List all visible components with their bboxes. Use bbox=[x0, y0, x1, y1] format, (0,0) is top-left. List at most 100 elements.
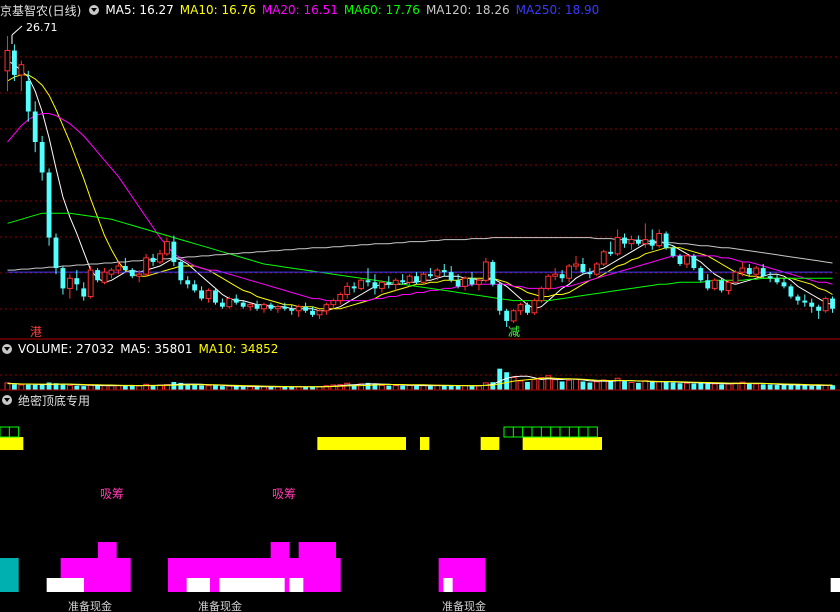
candle-body bbox=[414, 276, 419, 283]
candle-body bbox=[476, 279, 482, 285]
teal-signal-block bbox=[0, 558, 19, 592]
event-marker-gang: 港 bbox=[30, 325, 42, 339]
volume-bar bbox=[219, 386, 225, 390]
zhunbei-label-2: 准备现金 bbox=[198, 599, 242, 612]
candle-body bbox=[164, 241, 170, 255]
volume-bar bbox=[81, 386, 87, 390]
volume-bar bbox=[400, 385, 406, 390]
volume-bar bbox=[344, 382, 351, 391]
candle-body bbox=[378, 281, 385, 289]
grid-lines bbox=[0, 56, 840, 376]
volume-bar bbox=[476, 385, 482, 391]
candle-body bbox=[60, 268, 66, 289]
candle-body bbox=[497, 284, 503, 311]
candle-body bbox=[122, 266, 128, 271]
candle-body bbox=[614, 237, 621, 255]
volume-bar bbox=[226, 385, 233, 391]
volume-bar bbox=[386, 385, 392, 390]
candle-body bbox=[802, 300, 808, 303]
candle-body bbox=[705, 280, 711, 289]
candle-body bbox=[66, 277, 73, 289]
volume-bar bbox=[774, 385, 780, 390]
candle-body bbox=[691, 255, 697, 269]
candle-body bbox=[372, 282, 378, 289]
ma20-legend: MA20: 16.51 bbox=[261, 3, 338, 17]
volume-bar bbox=[746, 383, 752, 390]
candle-body bbox=[289, 308, 295, 311]
candle-body bbox=[392, 279, 399, 285]
volume-bar bbox=[192, 385, 198, 390]
dropdown-icon[interactable] bbox=[2, 395, 12, 405]
ma5-legend: MA5: 16.27 bbox=[105, 3, 174, 17]
candle-body bbox=[504, 310, 510, 321]
white-signal-block bbox=[443, 578, 453, 592]
dropdown-icon[interactable] bbox=[89, 5, 100, 15]
volume-bar bbox=[510, 377, 517, 391]
candle-body bbox=[365, 280, 371, 283]
candle-body bbox=[455, 280, 461, 287]
candle-body bbox=[788, 286, 794, 297]
high-price-marker: 26.71 bbox=[11, 21, 58, 44]
candle-body bbox=[600, 251, 607, 265]
volume-bar bbox=[802, 385, 808, 390]
volume-bar bbox=[580, 381, 586, 390]
volume-bar bbox=[719, 384, 725, 390]
dropdown-icon[interactable] bbox=[2, 344, 12, 354]
candle-body bbox=[226, 298, 233, 308]
volume-bar bbox=[185, 384, 191, 390]
candle-body bbox=[427, 274, 433, 277]
volume-bar bbox=[205, 385, 212, 391]
candle-body bbox=[746, 268, 752, 275]
candle-body bbox=[608, 251, 614, 254]
candle-body bbox=[628, 239, 635, 245]
candle-body bbox=[525, 304, 530, 313]
volume-bar bbox=[753, 383, 760, 391]
candle-body bbox=[566, 265, 572, 279]
candle-body bbox=[199, 290, 205, 299]
volume-bar bbox=[504, 372, 510, 390]
volume-bar bbox=[136, 385, 143, 391]
candle-body bbox=[552, 273, 559, 277]
volume-bar bbox=[698, 382, 704, 390]
volume-bar bbox=[566, 379, 572, 391]
yellow-signal-bar bbox=[522, 437, 602, 450]
volume-bar bbox=[406, 384, 413, 391]
candle-body bbox=[233, 298, 239, 303]
white-signal-block bbox=[186, 578, 210, 592]
magenta-peak-block bbox=[298, 542, 336, 558]
candle-body bbox=[18, 64, 25, 76]
volume-bar bbox=[240, 386, 246, 390]
candle-body bbox=[753, 267, 760, 275]
candle-body bbox=[157, 253, 163, 263]
candle-body bbox=[282, 306, 288, 309]
white-signal-block bbox=[46, 578, 84, 592]
volume-bar bbox=[587, 382, 593, 390]
candle-body bbox=[739, 267, 746, 273]
event-marker-jian: 减 bbox=[508, 325, 520, 339]
volume-bar bbox=[497, 368, 503, 390]
volume-panel-header: VOLUME: 27032 MA5: 35801 MA10: 34852 bbox=[0, 341, 284, 357]
volume-bar bbox=[469, 386, 475, 390]
candle-body bbox=[642, 239, 649, 245]
candle-body bbox=[622, 237, 627, 244]
volume-bar bbox=[559, 381, 565, 390]
candle-body bbox=[538, 287, 545, 302]
candle-body bbox=[774, 278, 780, 283]
candle-body bbox=[178, 261, 184, 281]
candle-body bbox=[171, 241, 177, 262]
candle-body bbox=[760, 268, 766, 277]
candle-body bbox=[767, 276, 773, 279]
yellow-signal-bar bbox=[317, 437, 406, 450]
candle-body bbox=[830, 298, 835, 309]
candle-body bbox=[310, 310, 315, 315]
stock-chart: 26.71 港 减 吸筹 吸筹 准备现金 准备现金 准备现金 bbox=[0, 21, 840, 612]
volume-bar bbox=[670, 382, 676, 390]
volume-bar bbox=[656, 380, 663, 391]
volume-bar bbox=[809, 385, 815, 390]
candle-body bbox=[663, 233, 669, 248]
volume-bar bbox=[525, 382, 530, 390]
candle-body bbox=[143, 257, 150, 275]
volume-bar bbox=[517, 380, 524, 391]
candle-body bbox=[358, 279, 364, 289]
candle-body bbox=[441, 270, 447, 273]
